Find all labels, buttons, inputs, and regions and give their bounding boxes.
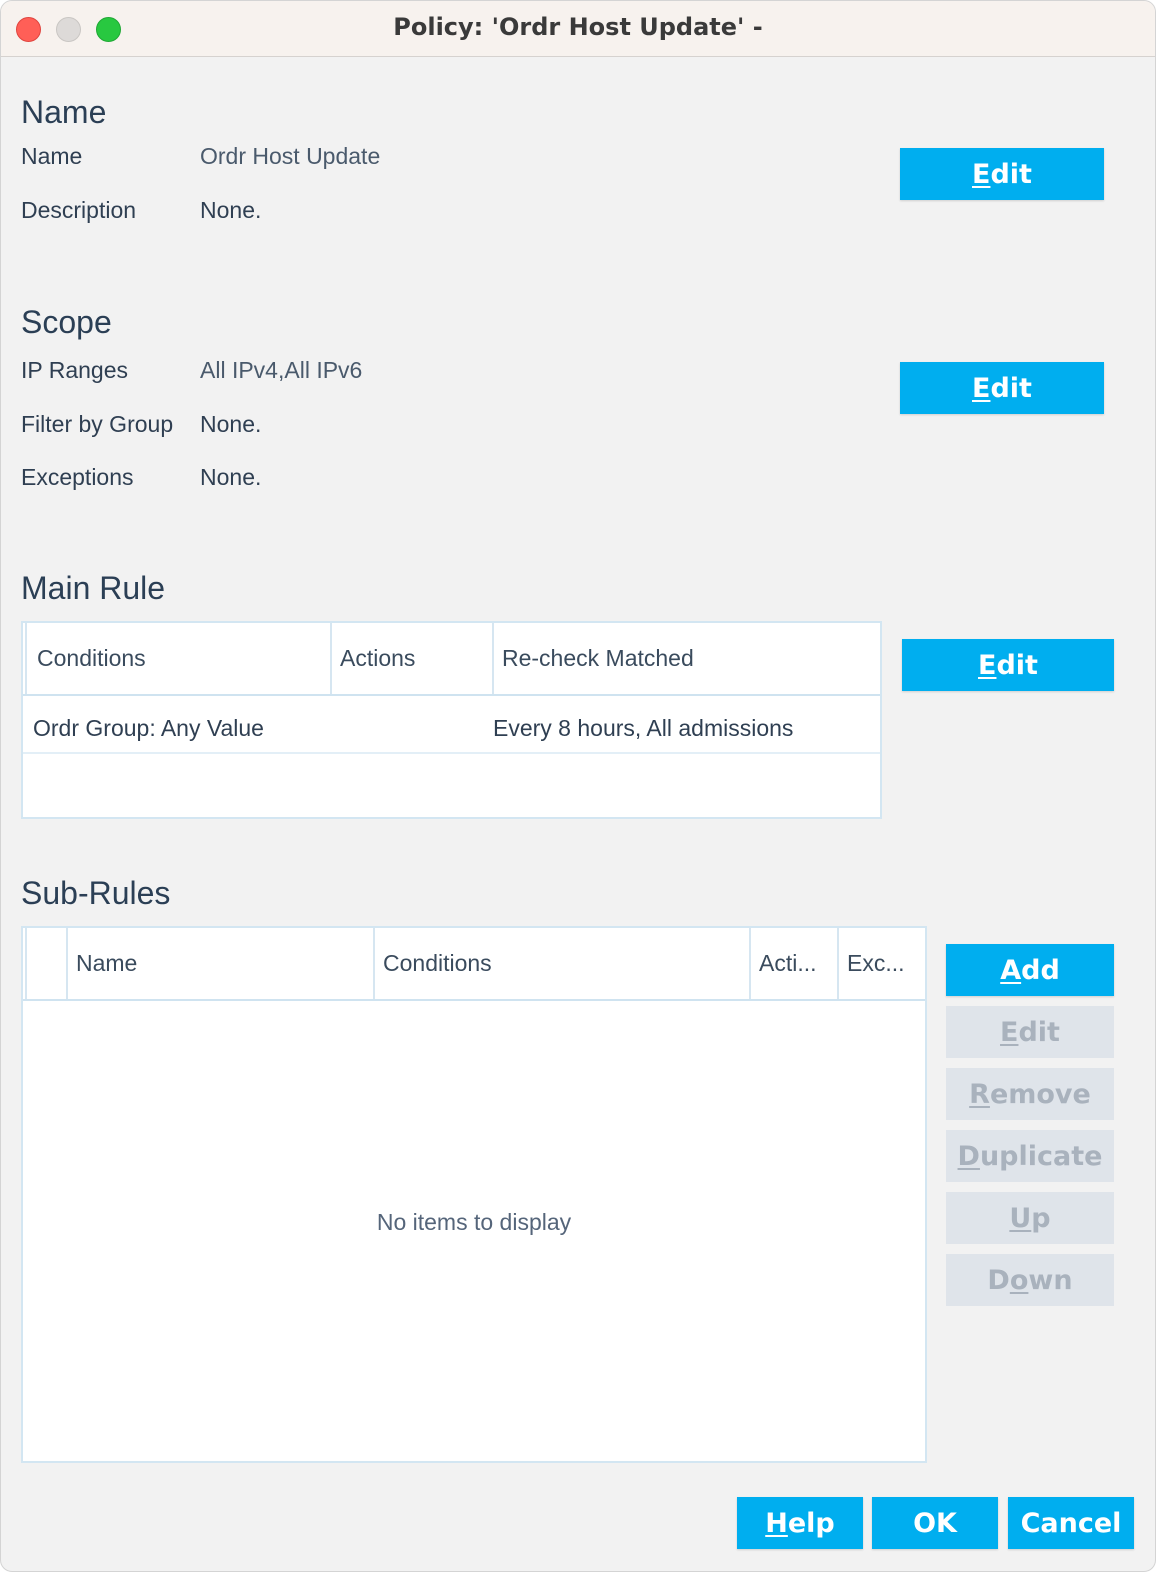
column-name[interactable]: Name [66,928,372,999]
sub-rules-heading: Sub-Rules [21,875,171,911]
column-conditions[interactable]: Conditions [373,928,748,999]
sub-rules-table-header: Name Conditions Acti... Exc... [23,928,925,1001]
edit-main-rule-button[interactable]: Edit [902,639,1114,691]
empty-table-message: No items to display [376,1209,572,1235]
add-sub-rule-button[interactable]: Add [946,944,1114,996]
row-divider [23,752,880,754]
ip-ranges-label: IP Ranges [21,357,128,383]
column-actions[interactable]: Actions [330,623,491,694]
column-enabled[interactable] [25,928,65,999]
main-rule-heading: Main Rule [21,570,166,606]
move-down-button[interactable]: Do wn [946,1254,1114,1306]
help-button[interactable]: Help [737,1497,863,1549]
column-conditions[interactable]: Conditions [25,623,329,694]
filter-by-group-label: Filter by Group [21,411,174,437]
main-rule-recheck-cell[interactable]: Every 8 hours, All admissions [493,715,793,742]
main-rule-table: Conditions Actions Re-check Matched Ordr… [21,621,882,819]
column-exceptions[interactable]: Exc... [837,928,925,999]
policy-dialog: Policy: 'Ordr Host Update' - Name Name O… [0,0,1156,1572]
filter-by-group-value: None. [200,411,262,437]
main-rule-table-header: Conditions Actions Re-check Matched [23,623,880,696]
exceptions-value: None. [200,464,262,490]
edit-name-button[interactable]: Edit [900,148,1104,200]
title-bar[interactable]: Policy: 'Ordr Host Update' - [1,1,1155,57]
ok-button[interactable]: OK [872,1497,998,1549]
sub-rules-table: Name Conditions Acti... Exc... No items … [21,926,927,1463]
duplicate-sub-rule-button[interactable]: Duplicate [946,1130,1114,1182]
column-actions[interactable]: Acti... [749,928,836,999]
name-section-heading: Name [21,94,107,130]
exceptions-label: Exceptions [21,464,134,490]
remove-sub-rule-button[interactable]: Remove [946,1068,1114,1120]
edit-scope-button[interactable]: Edit [900,362,1104,414]
move-up-button[interactable]: Up [946,1192,1114,1244]
edit-sub-rule-button[interactable]: Edit [946,1006,1114,1058]
column-recheck-matched[interactable]: Re-check Matched [492,623,880,694]
main-rule-conditions-cell[interactable]: Ordr Group: Any Value [33,715,264,742]
description-value: None. [200,197,262,223]
name-label: Name [21,143,83,169]
description-label: Description [21,197,137,223]
scope-section-heading: Scope [21,304,112,340]
window-title: Policy: 'Ordr Host Update' - [393,13,763,41]
ip-ranges-value: All IPv4,All IPv6 [200,357,363,383]
cancel-button[interactable]: Cancel [1008,1497,1134,1549]
name-value: Ordr Host Update [200,143,381,169]
